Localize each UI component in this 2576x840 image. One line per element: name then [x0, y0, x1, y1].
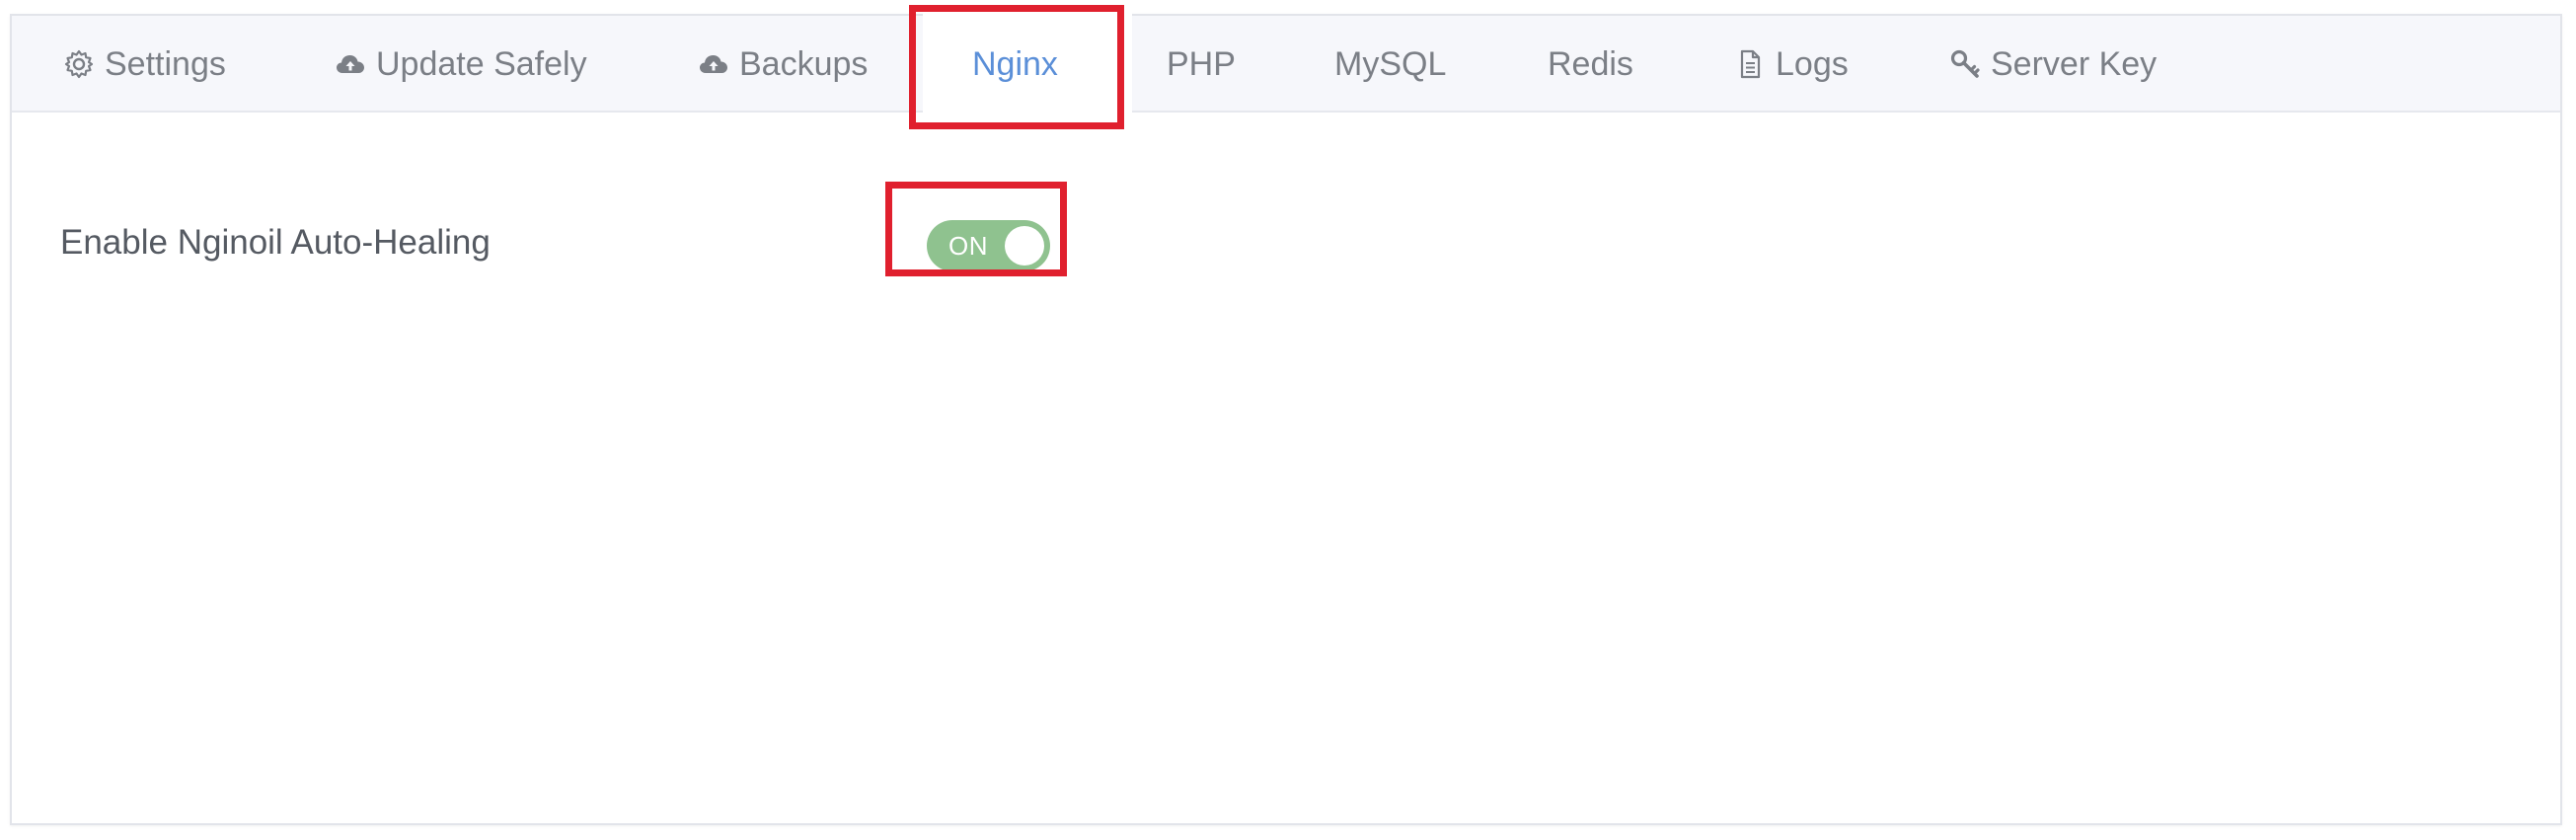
tab-nginx[interactable]: Nginx [972, 16, 1058, 113]
gear-icon [63, 48, 95, 80]
tab-label: Backups [739, 44, 869, 83]
tab-settings[interactable]: Settings [63, 16, 226, 113]
tab-server-key[interactable]: Server Key [1949, 16, 2157, 113]
tab-label: Server Key [1991, 44, 2158, 83]
settings-panel: Settings Update Safely Backups Nginx PHP… [10, 6, 2562, 825]
tab-label: PHP [1167, 44, 1236, 83]
auto-healing-toggle[interactable]: ON [927, 220, 1050, 271]
tab-label: Nginx [972, 44, 1058, 83]
tab-label: Logs [1776, 44, 1849, 83]
tab-mysql[interactable]: MySQL [1334, 16, 1446, 113]
tab-redis[interactable]: Redis [1548, 16, 1633, 113]
tab-update-safely[interactable]: Update Safely [335, 16, 587, 113]
tab-bar: Settings Update Safely Backups Nginx PHP… [12, 6, 2560, 116]
tab-label: Update Safely [376, 44, 587, 83]
toggle-state-text: ON [948, 231, 988, 261]
cloud-upload-icon [698, 48, 729, 80]
cloud-upload-icon [335, 48, 366, 80]
tab-label: MySQL [1334, 44, 1447, 83]
key-icon [1949, 48, 1981, 80]
tab-php[interactable]: PHP [1167, 16, 1236, 113]
tab-logs[interactable]: Logs [1734, 16, 1849, 113]
document-icon [1734, 48, 1766, 80]
tab-backups[interactable]: Backups [698, 16, 868, 113]
toggle-knob [1005, 226, 1044, 266]
tab-label: Redis [1548, 44, 1633, 83]
tab-label: Settings [105, 44, 226, 83]
auto-healing-label: Enable Nginoil Auto-Healing [60, 223, 491, 262]
